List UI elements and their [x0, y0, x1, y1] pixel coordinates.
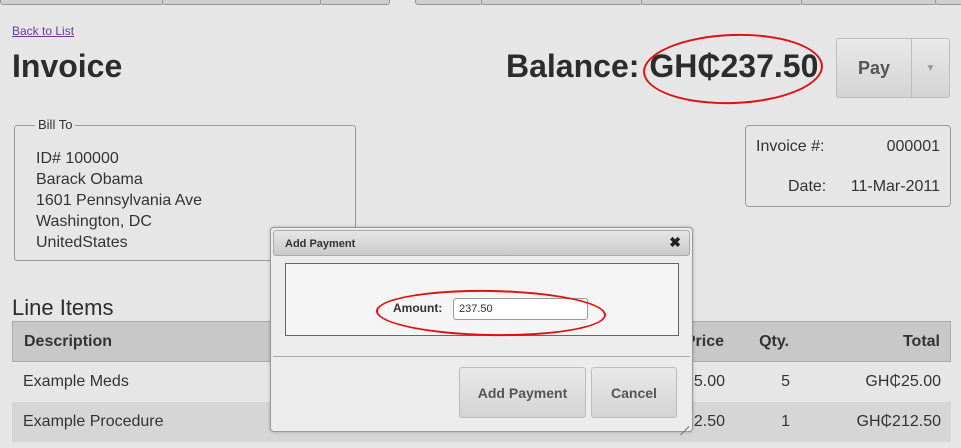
dialog-form: Amount:	[285, 263, 679, 336]
top-tab-6[interactable]	[641, 0, 803, 5]
dialog-title: Add Payment	[285, 238, 356, 250]
invoice-number-row: Invoice #: 000001	[756, 138, 940, 156]
bill-to-id: ID# 100000	[36, 150, 119, 167]
dialog-titlebar[interactable]: Add Payment ✖	[273, 230, 690, 256]
invoice-number-label: Invoice #:	[756, 138, 825, 155]
add-payment-button[interactable]: Add Payment	[459, 367, 586, 418]
header-description: Description	[24, 332, 113, 350]
back-to-list-link[interactable]: Back to List	[12, 24, 74, 38]
top-tab-7[interactable]	[801, 0, 937, 5]
row-total: GH₵212.50	[856, 413, 942, 430]
pay-dropdown-button[interactable]: ▼	[912, 38, 950, 98]
line-items-title: Line Items	[12, 295, 114, 320]
add-payment-dialog: Add Payment ✖ Amount: Add Payment Cancel	[270, 227, 693, 432]
dialog-divider	[273, 356, 690, 357]
cancel-button[interactable]: Cancel	[591, 367, 677, 418]
bill-to-country: UnitedStates	[36, 234, 128, 251]
invoice-date-value: 11-Mar-2011	[850, 178, 940, 195]
balance-display: Balance: GH₵237.50	[506, 48, 818, 85]
row-description: Example Meds	[23, 373, 129, 390]
chevron-down-icon: ▼	[925, 62, 936, 74]
top-tab-8[interactable]	[935, 0, 961, 5]
bill-to-city: Washington, DC	[36, 213, 152, 230]
pay-button[interactable]: Pay	[836, 38, 912, 98]
top-tab-3[interactable]	[320, 0, 390, 5]
header-qty: Qty.	[759, 332, 789, 350]
close-icon[interactable]: ✖	[669, 234, 681, 251]
top-tab-5[interactable]	[481, 0, 643, 5]
page-title: Invoice	[12, 48, 123, 84]
top-tab-2[interactable]	[162, 0, 322, 5]
pay-button-group: Pay ▼	[836, 38, 950, 98]
balance-amount: GH₵237.50	[649, 48, 819, 84]
amount-label: Amount:	[393, 301, 443, 315]
row-qty: 5	[781, 373, 790, 390]
amount-input[interactable]	[453, 298, 588, 320]
header-total: Total	[902, 332, 940, 350]
invoice-date-label: Date:	[788, 178, 827, 195]
row-description: Example Procedure	[23, 413, 164, 430]
top-tab-1[interactable]	[0, 0, 164, 5]
top-tab-4[interactable]	[415, 0, 483, 5]
bill-to-address: ID# 100000 Barack Obama 1601 Pennsylvani…	[36, 148, 202, 253]
invoice-info-box: Invoice #: 000001 Date: 11-Mar-2011	[745, 125, 951, 207]
row-qty: 1	[781, 413, 790, 430]
resize-handle-icon[interactable]	[679, 418, 689, 428]
bill-to-street: 1601 Pennsylvania Ave	[36, 192, 203, 209]
bill-to-legend: Bill To	[35, 117, 76, 132]
bill-to-name: Barack Obama	[36, 171, 143, 188]
balance-label: Balance:	[506, 48, 640, 84]
invoice-number-value: 000001	[886, 138, 940, 155]
row-total: GH₵25.00	[865, 373, 941, 390]
invoice-date-row: Date: 11-Mar-2011	[756, 178, 940, 196]
